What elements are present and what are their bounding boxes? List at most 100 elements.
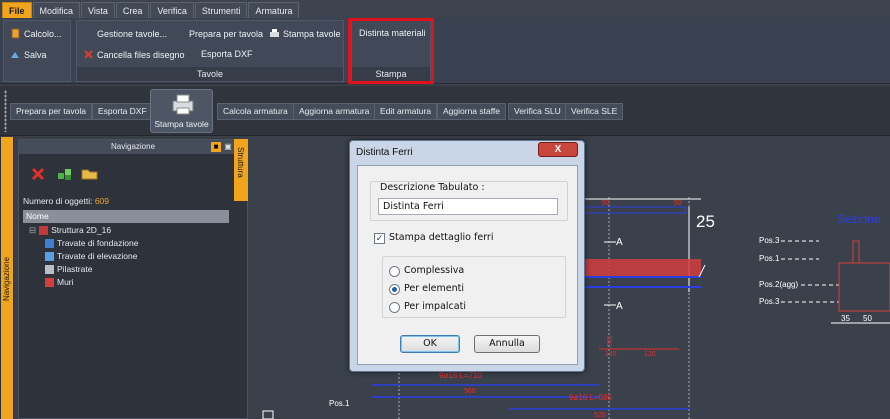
- radio-complessiva[interactable]: [389, 266, 400, 277]
- menu-modifica[interactable]: Modifica: [32, 2, 81, 18]
- gestione-tavole-button[interactable]: Gestione tavole...: [97, 29, 167, 39]
- save-icon: [10, 49, 21, 60]
- dialog-close-button[interactable]: X: [538, 142, 578, 157]
- cancella-files-button[interactable]: Cancella files disegno: [83, 49, 185, 60]
- delete-icon: [83, 49, 94, 60]
- stampa-dettaglio-label: Stampa dettaglio ferri: [389, 232, 494, 243]
- blocks-icon: [58, 169, 71, 180]
- bar-label-2: 9ø16 L=680: [569, 393, 612, 402]
- tree-item-fondazione[interactable]: Travate di fondazione: [45, 237, 138, 250]
- delete-object-button[interactable]: [31, 167, 45, 183]
- dim-120: 120: [644, 351, 656, 358]
- menu-strumenti[interactable]: Strumenti: [194, 2, 248, 18]
- dimension-25: 25: [696, 212, 715, 231]
- object-count: Numero di oggetti: 609: [23, 196, 109, 206]
- tree-item-elevazione[interactable]: Travate di elevazione: [45, 250, 137, 263]
- navigazione-side-label: Navigazione: [2, 257, 11, 302]
- float-icon[interactable]: ▣: [223, 142, 233, 152]
- wall-icon: [45, 278, 54, 287]
- salva-label: Salva: [24, 49, 47, 60]
- tree-label-struttura: Struttura 2D_16: [51, 225, 112, 235]
- dim-50c: 50: [674, 200, 682, 207]
- toolbar-staffe-button[interactable]: Aggiorna staffe: [437, 103, 507, 120]
- delete-icon: [31, 167, 45, 181]
- armatura-toolbar: Prepara per tavola Esporta DXF Stampa ta…: [0, 86, 890, 136]
- menu-verifica[interactable]: Verifica: [150, 2, 194, 18]
- stampa-dettaglio-checkbox[interactable]: ✓: [374, 233, 385, 244]
- open-folder-button[interactable]: [81, 166, 99, 183]
- dim-520: 520: [594, 412, 606, 419]
- cancella-label: Cancella files disegno: [97, 49, 185, 60]
- dim-35: 35: [841, 314, 850, 323]
- pos1-label: Pos.1: [759, 254, 780, 263]
- dim-145: 145: [605, 351, 617, 358]
- section-marker-a: A: [616, 237, 623, 248]
- distinta-ferri-dialog: Distinta Ferri X Descrizione Tabulato : …: [349, 140, 585, 372]
- radio-per-elementi[interactable]: [389, 284, 400, 295]
- object-count-value: 609: [94, 196, 110, 206]
- annulla-button[interactable]: Annulla: [474, 335, 540, 353]
- printer-icon: [269, 28, 280, 39]
- column-icon: [45, 265, 54, 274]
- pos3-label: Pos.3: [759, 236, 780, 245]
- navigation-panel: Navigazione ■ ▣ ✕ Numero di oggetti: 609…: [18, 139, 248, 419]
- struttura-side-tab[interactable]: Struttura: [234, 139, 248, 201]
- toolbar-grip[interactable]: [4, 90, 7, 132]
- radio-per-impalcati[interactable]: [389, 302, 400, 313]
- beam-icon: [45, 252, 54, 261]
- ribbon-group-file: Calcolo... Salva: [3, 20, 71, 82]
- esporta-dxf-button[interactable]: Esporta DXF: [201, 49, 253, 59]
- radio-per-elementi-label: Per elementi: [404, 283, 464, 294]
- toolbar-calcola-button[interactable]: Calcola armatura: [217, 103, 294, 120]
- calcolo-button[interactable]: Calcolo...: [10, 28, 62, 39]
- stampa-tavole-button[interactable]: Stampa tavole: [269, 28, 341, 39]
- toolbar-slu-button[interactable]: Verifica SLU: [508, 103, 567, 120]
- prepara-tavola-button[interactable]: Prepara per tavola: [189, 29, 263, 39]
- toolbar-prepara-button[interactable]: Prepara per tavola: [10, 103, 92, 120]
- menu-vista[interactable]: Vista: [81, 2, 115, 18]
- toolbar-esporta-button[interactable]: Esporta DXF: [92, 103, 153, 120]
- menu-armatura[interactable]: Armatura: [248, 2, 300, 18]
- navigazione-side-tab[interactable]: Navigazione: [0, 137, 14, 419]
- menu-file[interactable]: File: [2, 2, 32, 18]
- dim-50: 50: [863, 314, 872, 323]
- menu-crea[interactable]: Crea: [115, 2, 150, 18]
- tavole-group-label: Tavole: [77, 67, 343, 81]
- section-title: Sezione: [837, 212, 881, 226]
- tree-label-fondazione: Travate di fondazione: [57, 238, 139, 248]
- tree-item-pilastrate[interactable]: Pilastrate: [45, 263, 92, 276]
- object-count-label: Numero di oggetti:: [23, 196, 93, 206]
- salva-button[interactable]: Salva: [10, 49, 47, 60]
- description-input[interactable]: Distinta Ferri: [378, 198, 558, 215]
- ribbon: Calcolo... Salva Gestione tavole... Canc…: [0, 18, 890, 84]
- bar-label-1: 9ø16 L=710: [439, 371, 482, 380]
- tree-label-muri: Muri: [57, 277, 74, 287]
- dialog-body: Descrizione Tabulato : Distinta Ferri ✓ …: [357, 165, 578, 365]
- pos2-label: Pos.2(agg): [759, 280, 798, 289]
- menu-bar: File Modifica Vista Crea Verifica Strume…: [0, 0, 890, 18]
- pin-icon[interactable]: ■: [211, 142, 221, 152]
- toolbar-stampa-label: Stampa tavole: [154, 119, 209, 129]
- add-object-button[interactable]: [57, 167, 73, 183]
- struttura-side-label: Struttura: [236, 147, 245, 178]
- toolbar-sle-button[interactable]: Verifica SLE: [565, 103, 624, 120]
- tree-item-muri[interactable]: Muri: [45, 276, 74, 289]
- calcolo-label: Calcolo...: [24, 28, 62, 39]
- folder-icon: [81, 169, 98, 180]
- printer-icon: [172, 94, 194, 115]
- toolbar-aggiorna-button[interactable]: Aggiorna armatura: [293, 103, 376, 120]
- dim-50b: 50: [602, 200, 610, 207]
- ok-button[interactable]: OK: [400, 335, 460, 353]
- tree-label-pilastrate: Pilastrate: [57, 264, 93, 274]
- column-header-nome[interactable]: Nome: [23, 210, 229, 223]
- pos1-bar-label: Pos.1: [329, 399, 350, 408]
- calculator-icon: [10, 28, 21, 39]
- tree-item-struttura[interactable]: ⊟ Struttura 2D_16: [29, 224, 111, 237]
- ribbon-group-tavole: Gestione tavole... Cancella files disegn…: [76, 20, 344, 82]
- expand-icon: ⊟: [29, 225, 37, 235]
- toolbar-edit-button[interactable]: Edit armatura: [374, 103, 438, 120]
- toolbar-stampa-button[interactable]: Stampa tavole: [150, 89, 213, 133]
- highlight-box: [348, 18, 434, 84]
- section-marker-a: A: [616, 301, 623, 312]
- dim-560: 560: [464, 388, 476, 395]
